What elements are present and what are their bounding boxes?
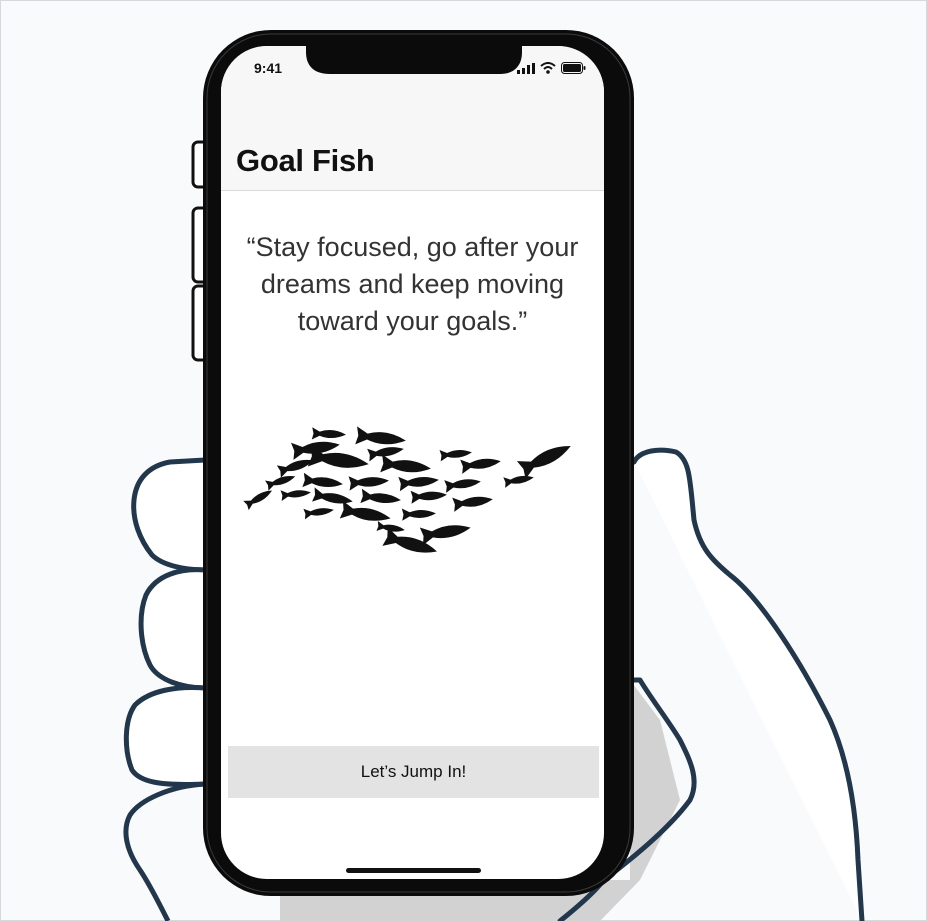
notch <box>306 46 522 74</box>
